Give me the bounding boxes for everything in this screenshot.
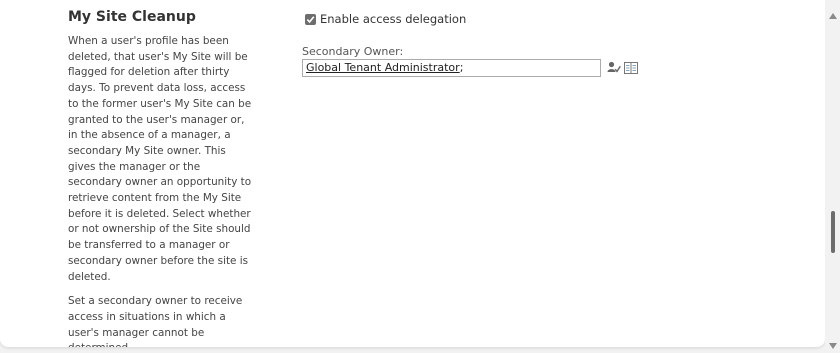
section-title: My Site Cleanup: [68, 9, 196, 25]
secondary-owner-label: Secondary Owner:: [302, 45, 404, 58]
settings-panel: My Site Cleanup When a user's profile ha…: [0, 0, 825, 347]
access-delegation-option[interactable]: Enable access delegation: [305, 12, 466, 26]
check-names-icon[interactable]: [607, 59, 621, 78]
description-paragraph: Set a secondary owner to receive access …: [68, 295, 243, 347]
secondary-owner-field[interactable]: Global Tenant Administrator;: [302, 59, 601, 77]
scroll-down-arrow-icon[interactable]: [829, 334, 837, 353]
checkmark-icon: [306, 15, 315, 23]
owner-separator: ;: [459, 61, 464, 74]
secondary-owner-name[interactable]: Global Tenant Administrator: [306, 61, 460, 74]
section-description: When a user's profile has been deleted, …: [68, 34, 254, 347]
access-delegation-checkbox[interactable]: [305, 13, 316, 25]
description-paragraph: When a user's profile has been deleted, …: [68, 35, 252, 283]
scrollbar-thumb[interactable]: [831, 211, 835, 253]
address-book-icon[interactable]: [624, 59, 638, 78]
access-delegation-label: Enable access delegation: [320, 12, 467, 26]
scroll-up-arrow-icon[interactable]: [829, 4, 837, 23]
vertical-scrollbar[interactable]: [825, 0, 840, 349]
